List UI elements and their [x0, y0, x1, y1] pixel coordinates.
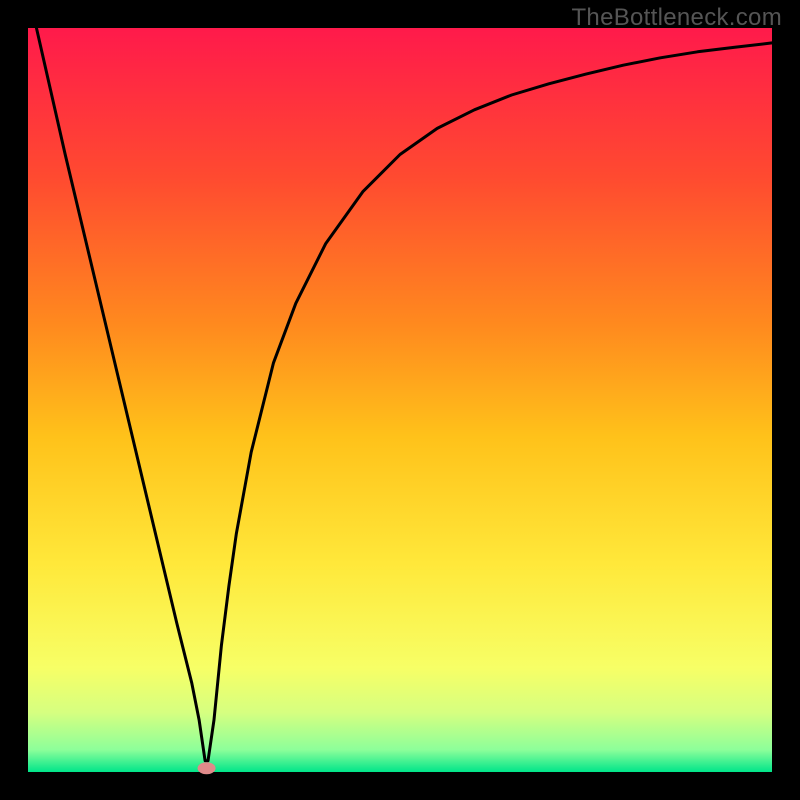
- gradient-background: [28, 28, 772, 772]
- chart-frame: TheBottleneck.com: [0, 0, 800, 800]
- bottleneck-chart: [0, 0, 800, 800]
- optimum-marker: [198, 762, 216, 774]
